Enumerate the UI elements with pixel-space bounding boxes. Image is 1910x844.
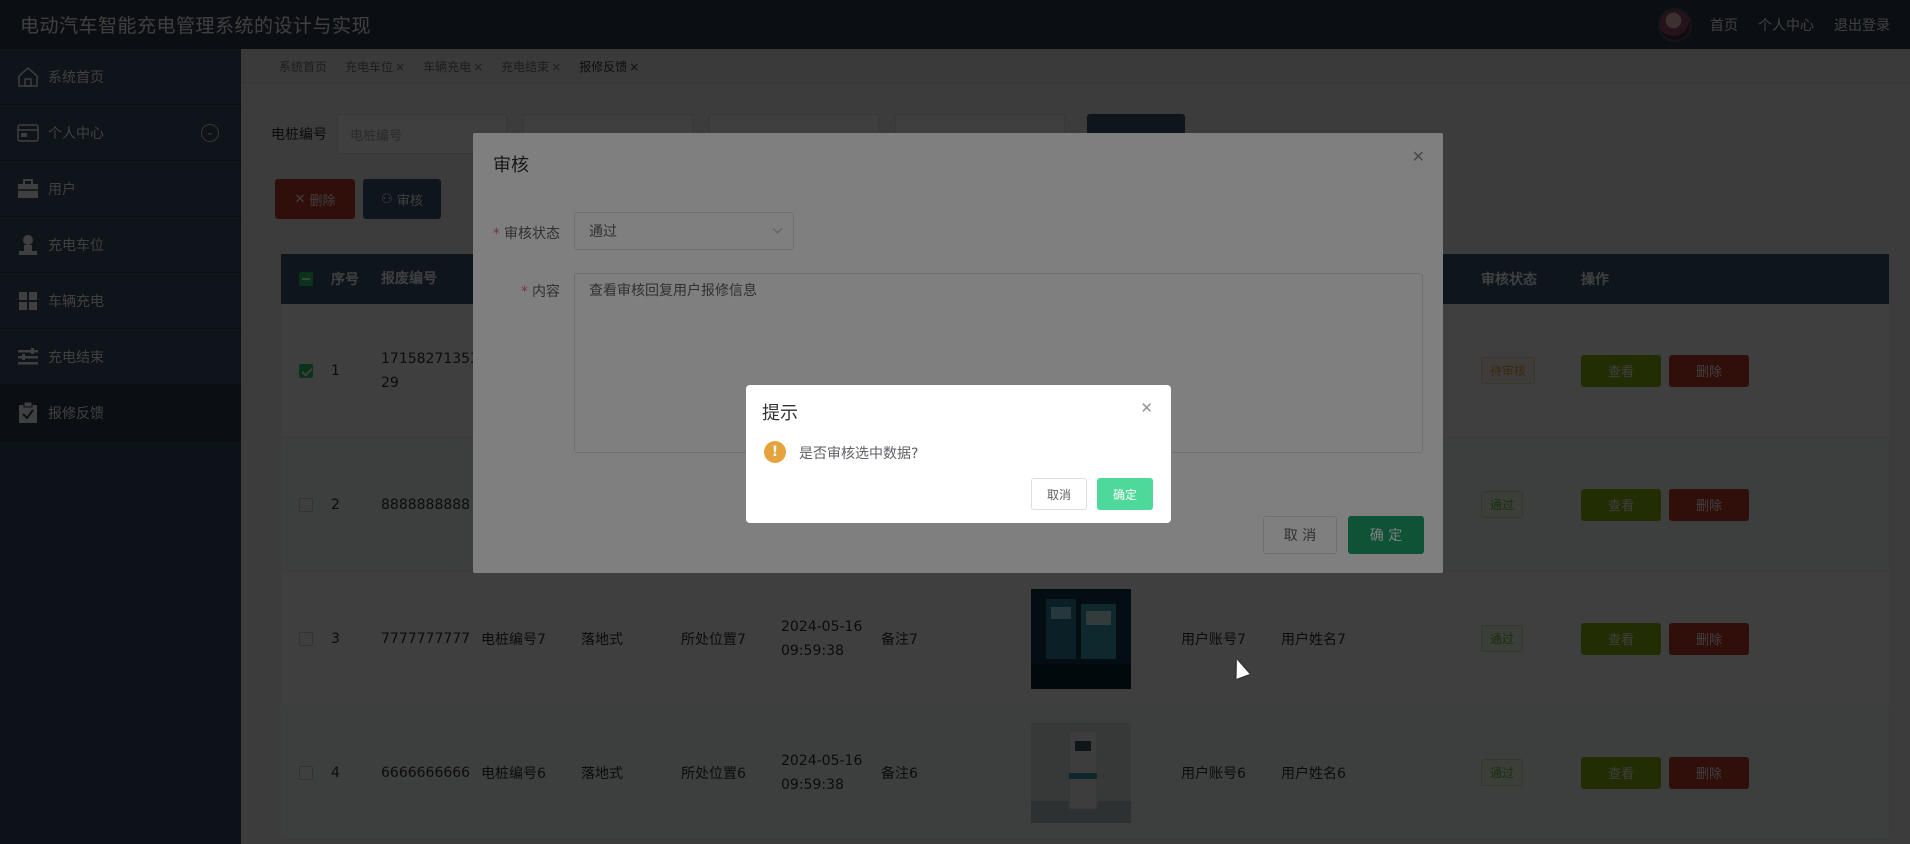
confirm-ok-button[interactable]: 确定 bbox=[1097, 478, 1153, 510]
confirm-message-box: 提示 ✕ ! 是否审核选中数据? 取消 确定 bbox=[746, 385, 1171, 523]
confirm-title: 提示 bbox=[762, 403, 798, 424]
warning-icon: ! bbox=[764, 441, 786, 463]
close-icon[interactable]: ✕ bbox=[1140, 399, 1153, 417]
confirm-message: 是否审核选中数据? bbox=[799, 446, 919, 462]
confirm-cancel-button[interactable]: 取消 bbox=[1031, 478, 1087, 510]
